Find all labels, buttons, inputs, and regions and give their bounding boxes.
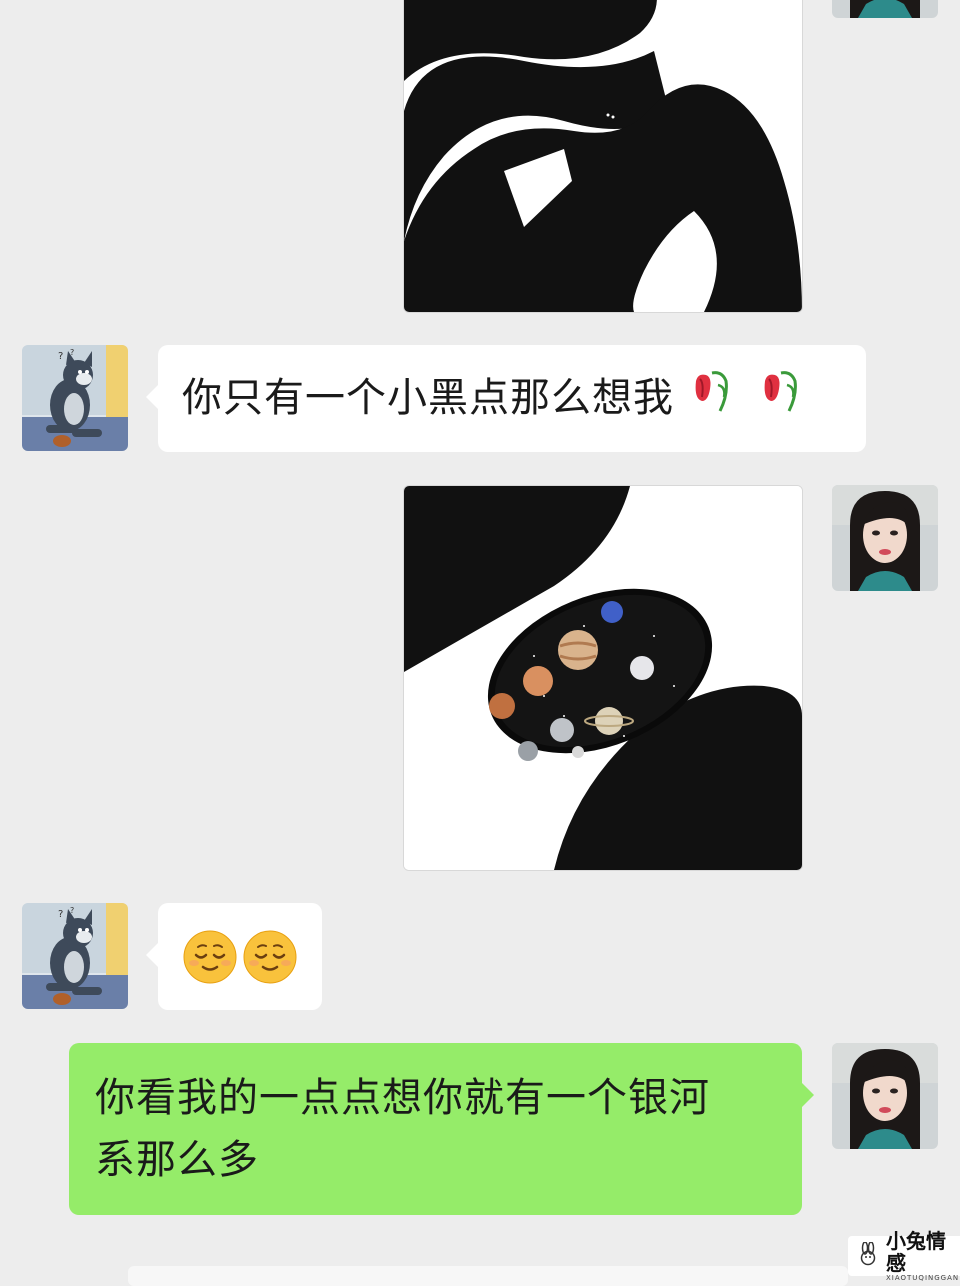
cartoon-cat-avatar-icon [22, 345, 128, 451]
watermark-title: 小兔情感 [886, 1228, 946, 1275]
girl-photo-avatar-icon [832, 485, 938, 591]
black-blob-galaxy-image [404, 486, 802, 870]
avatar-contact[interactable] [22, 903, 128, 1009]
avatar-self[interactable] [832, 1043, 938, 1149]
avatar-self[interactable] [832, 485, 938, 591]
black-blob-dot-image [404, 0, 802, 312]
message-bubble-incoming-emoji[interactable] [146, 903, 322, 1010]
girl-photo-avatar-icon [832, 1043, 938, 1149]
relieved-face-icon [182, 929, 238, 989]
watermark-subtitle: XIAOTUQINGGAN [886, 1273, 960, 1282]
message-bubble-incoming[interactable]: 你只有一个小黑点那么想我 [146, 345, 866, 452]
watermark: 小兔情感 XIAOTUQINGGAN [848, 1230, 960, 1282]
image-message-galaxy[interactable] [403, 485, 803, 871]
message-bubble-outgoing[interactable]: 你看我的一点点想你就有一个银河 系那么多 [69, 1043, 814, 1215]
cartoon-cat-avatar-icon [22, 903, 128, 1009]
image-message-black-blob[interactable] [403, 0, 803, 313]
avatar-self[interactable] [832, 0, 938, 18]
message-text-line-2: 系那么多 [95, 1137, 259, 1183]
wilted-rose-icon [757, 367, 805, 433]
message-text: 你只有一个小黑点那么想我 [182, 375, 674, 421]
input-bar-edge [128, 1266, 848, 1286]
message-text-line-1: 你看我的一点点想你就有一个银河 [95, 1075, 710, 1121]
wilted-rose-icon [688, 367, 736, 433]
avatar-contact[interactable] [22, 345, 128, 451]
relieved-face-icon [242, 929, 298, 989]
girl-photo-avatar-icon [832, 0, 938, 18]
rabbit-logo-icon [856, 1241, 880, 1270]
